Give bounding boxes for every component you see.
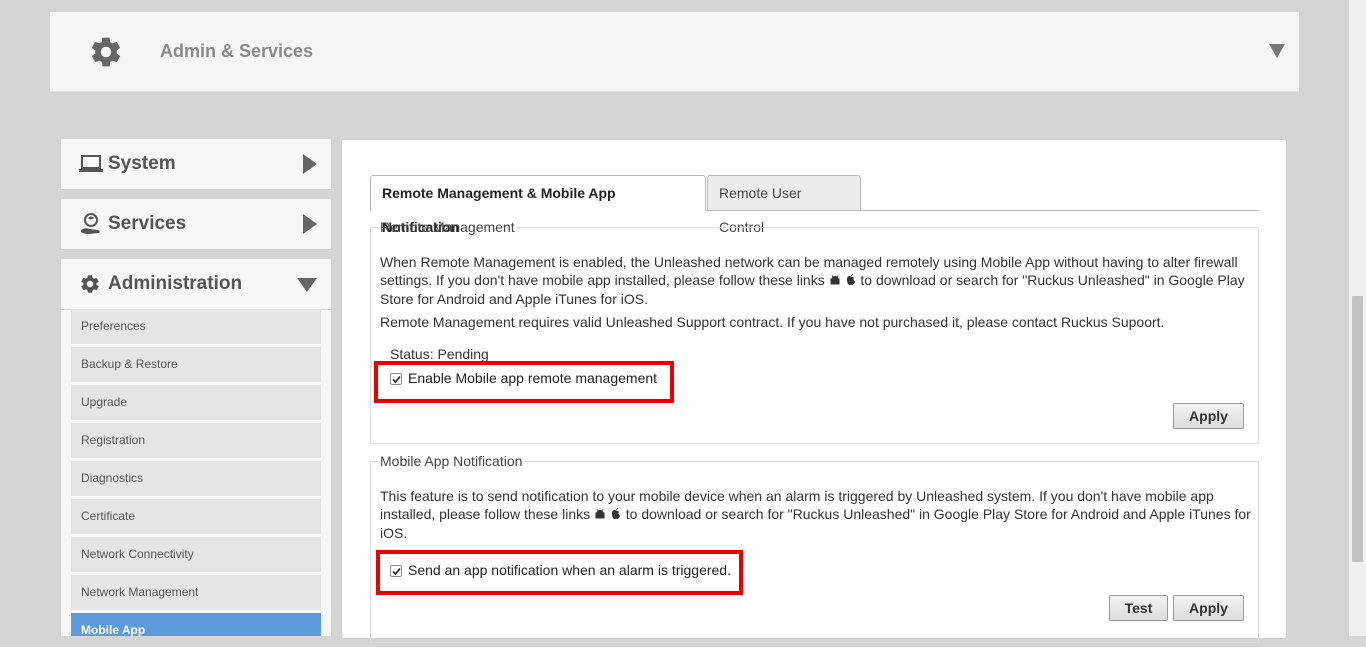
chevron-right-icon (303, 214, 317, 239)
remote-management-legend: Remote Management (380, 219, 515, 235)
nav-services[interactable]: Services (61, 199, 331, 250)
chevron-right-icon (303, 154, 317, 179)
apple-icon[interactable] (845, 272, 857, 290)
sidebar-item-backup-restore[interactable]: Backup & Restore (71, 347, 321, 382)
android-icon[interactable] (829, 272, 841, 290)
android-icon[interactable] (594, 506, 606, 524)
sidebar-item-diagnostics[interactable]: Diagnostics (71, 461, 321, 496)
gear-icon (88, 34, 124, 70)
remote-management-apply-button[interactable]: Apply (1173, 403, 1244, 429)
page-title: Admin & Services (160, 41, 314, 61)
nav-system-label: System (108, 153, 176, 174)
send-notification-checkbox[interactable] (390, 565, 402, 577)
nav-administration-label: Administration (108, 273, 243, 294)
sidebar-item-mobile-app[interactable]: Mobile App (71, 613, 321, 637)
chevron-down-icon (297, 278, 317, 297)
mobile-notification-description: This feature is to send notification to … (380, 487, 1252, 542)
nav-services-label: Services (108, 213, 187, 234)
remote-management-description: When Remote Management is enabled, the U… (380, 253, 1252, 308)
scrollbar-thumb[interactable] (1352, 296, 1363, 562)
apple-icon[interactable] (610, 506, 622, 524)
nav-system[interactable]: System (61, 139, 331, 190)
gear-icon (79, 273, 103, 295)
sidebar-item-certificate[interactable]: Certificate (71, 499, 321, 534)
nav-administration[interactable]: Administration (61, 259, 331, 309)
enable-remote-management-checkbox[interactable] (390, 373, 402, 385)
notification-test-button[interactable]: Test (1109, 595, 1168, 621)
send-notification-label[interactable]: Send an app notification when an alarm i… (408, 562, 731, 578)
admin-services-header[interactable]: Admin & Services (50, 12, 1299, 92)
sidebar-item-preferences[interactable]: Preferences (71, 309, 321, 344)
laptop-icon (79, 153, 103, 175)
remote-management-status: Status: Pending (390, 346, 489, 362)
sidebar-item-network-connectivity[interactable]: Network Connectivity (71, 537, 321, 572)
chevron-down-icon[interactable] (1269, 44, 1285, 58)
enable-remote-management-label[interactable]: Enable Mobile app remote management (408, 370, 657, 386)
tab-remote-user-control[interactable]: Remote User Control (707, 175, 861, 235)
top-strip (0, 0, 1366, 12)
mobile-app-notification-legend: Mobile App Notification (380, 453, 523, 469)
tab-remote-management[interactable]: Remote Management & Mobile App Notificat… (370, 175, 706, 235)
sidebar-item-network-management[interactable]: Network Management (71, 575, 321, 610)
remote-management-contract-note: Remote Management requires valid Unleash… (380, 314, 1165, 330)
services-hand-icon (79, 213, 103, 235)
sidebar-item-registration[interactable]: Registration (71, 423, 321, 458)
notification-apply-button[interactable]: Apply (1173, 595, 1244, 621)
sidebar-item-upgrade[interactable]: Upgrade (71, 385, 321, 420)
